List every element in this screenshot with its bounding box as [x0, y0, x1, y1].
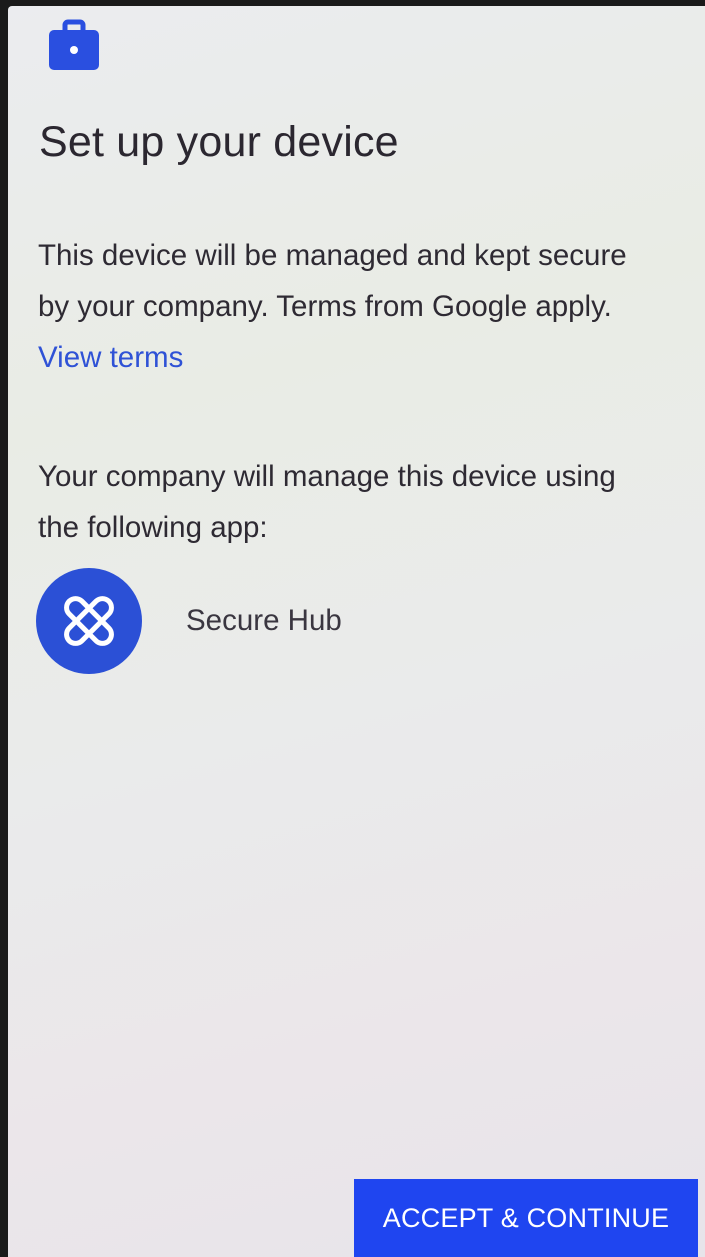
accept-continue-button[interactable]: ACCEPT & CONTINUE: [354, 1179, 698, 1257]
page-title: Set up your device: [39, 118, 399, 166]
setup-screen: Set up your device This device will be m…: [8, 6, 705, 1257]
view-terms-link[interactable]: View terms: [38, 341, 183, 374]
briefcase-icon: [49, 19, 99, 70]
app-row: Secure Hub: [36, 568, 342, 674]
intro-text: This device will be managed and kept sec…: [38, 230, 658, 383]
secure-hub-logo: [64, 596, 114, 646]
secure-hub-icon: [36, 568, 142, 674]
managed-by-text: Your company will manage this device usi…: [38, 460, 616, 544]
app-name: Secure Hub: [186, 604, 342, 637]
intro-body: This device will be managed and kept sec…: [38, 239, 627, 323]
